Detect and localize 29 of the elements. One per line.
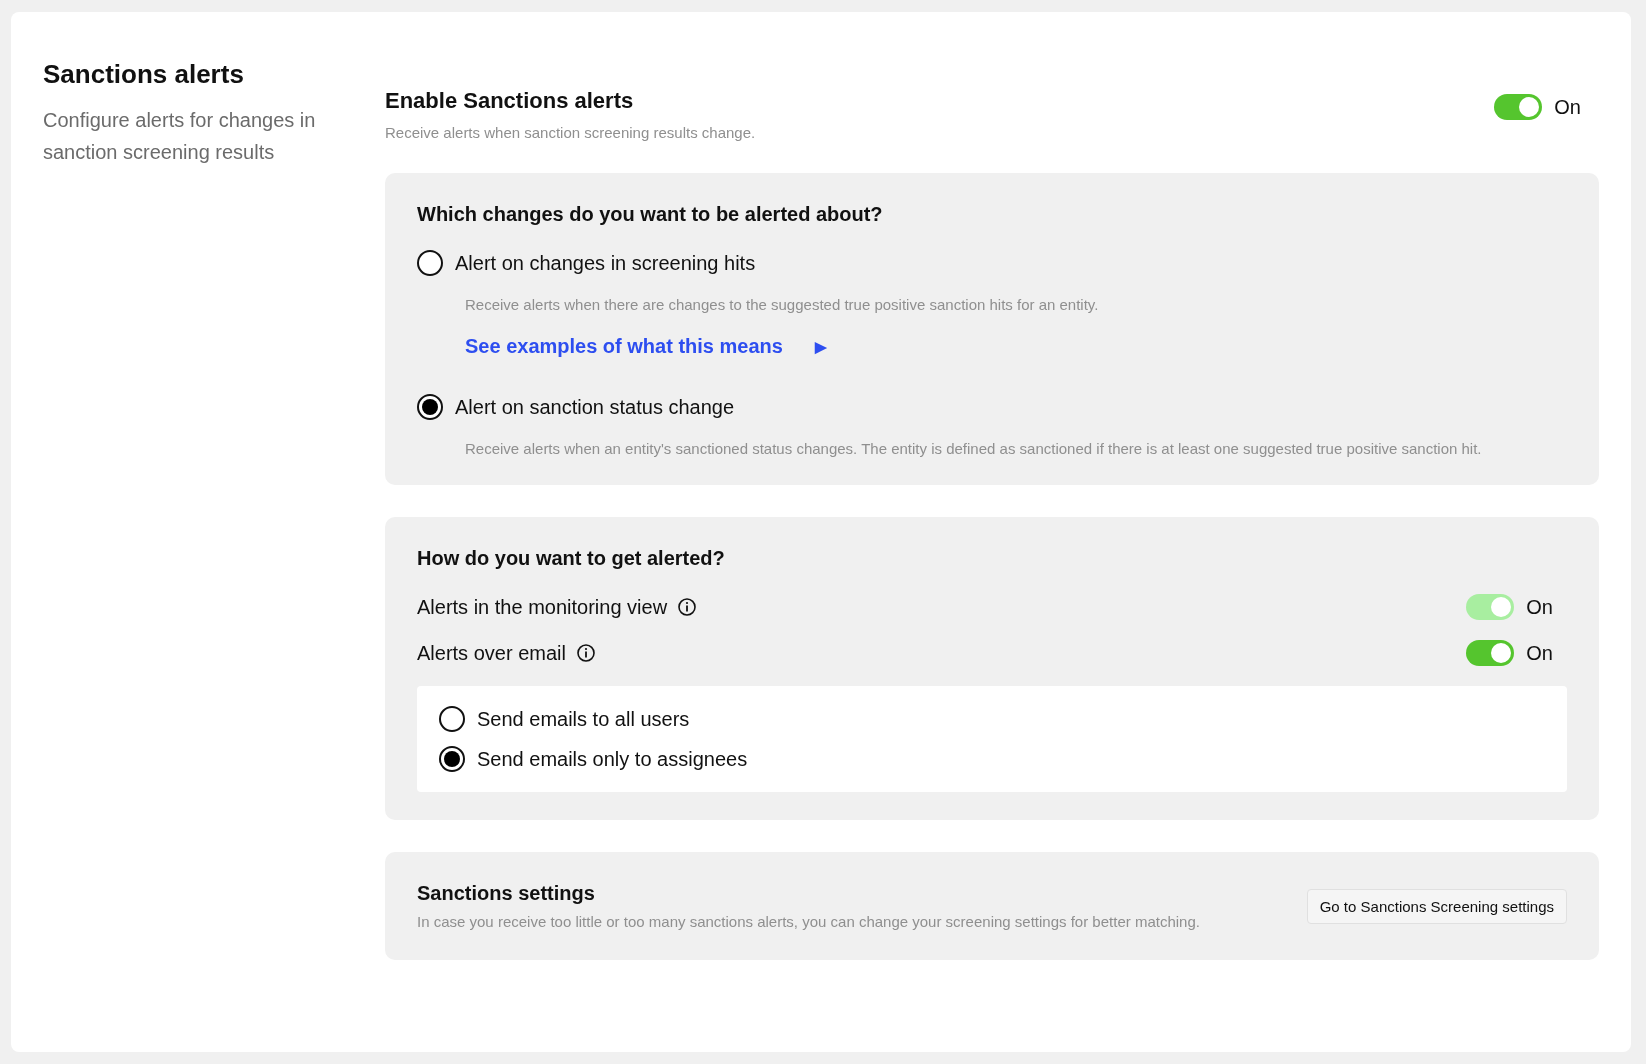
option-label: Alert on changes in screening hits <box>455 251 756 275</box>
channel-label: Alerts over email <box>417 641 566 665</box>
option-label: Alert on sanction status change <box>455 395 735 419</box>
info-icon[interactable] <box>677 597 698 617</box>
radio-button[interactable] <box>439 706 465 732</box>
panel-description: In case you receive too little or too many sanctions alerts, you can change your screening settings for better matching. <box>417 913 1201 930</box>
info-icon[interactable] <box>575 643 596 663</box>
setting-description: Receive alerts when sanction screening results change. <box>385 124 757 141</box>
option-description: Receive alerts when there are changes to the suggested true positive sanction hits for an entity. <box>465 296 1100 313</box>
toggle-label: On <box>1554 95 1581 119</box>
panel-title: Sanctions settings <box>417 882 596 905</box>
channel-label: Alerts in the monitoring view <box>417 595 668 619</box>
toggle-label: On <box>1526 641 1553 665</box>
toggle-switch[interactable] <box>1466 640 1515 666</box>
radio-button[interactable] <box>439 746 465 772</box>
toggle-label: On <box>1526 595 1553 619</box>
setting-title: Enable Sanctions alerts <box>385 88 635 114</box>
option-description: Receive alerts when an entity's sanctioned status changes. The entity is defined as sanctioned if there is at least one suggested true positive sanction hit. <box>465 440 1483 457</box>
examples-link[interactable]: See examples of what this means ▶ <box>465 335 827 358</box>
radio-button[interactable] <box>417 394 443 420</box>
panel-title: Which changes do you want to be alerted about? <box>417 203 884 226</box>
toggle-switch[interactable] <box>1494 94 1543 120</box>
option-label: Send emails only to assignees <box>477 747 748 771</box>
section-description: Configure alerts for changes in sanction screening results <box>43 108 317 165</box>
radio-button[interactable] <box>417 250 443 276</box>
section-title: Sanctions alerts <box>43 59 245 90</box>
panel-title: How do you want to get alerted? <box>417 547 726 570</box>
settings-button[interactable]: Go to Sanctions Screening settings <box>1306 888 1567 924</box>
option-label: Send emails to all users <box>477 707 690 731</box>
